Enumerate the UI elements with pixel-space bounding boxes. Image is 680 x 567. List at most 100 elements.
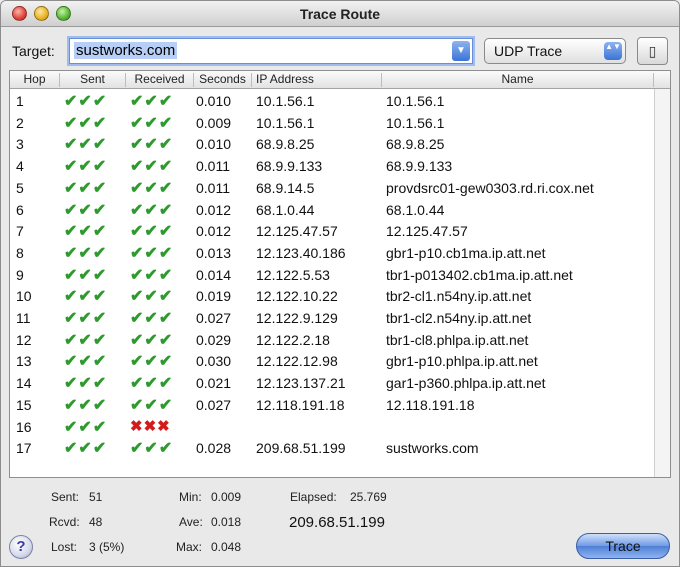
hop-cell: 9	[16, 266, 24, 283]
seconds-cell: 0.013	[196, 244, 232, 261]
sent-checks: ✔✔✔	[64, 244, 108, 262]
ip-address-cell: 209.68.51.199	[256, 440, 346, 457]
seconds-cell: 0.011	[196, 179, 230, 196]
received-checks: ✔✔✔	[130, 375, 174, 393]
received-checks: ✔✔✔	[130, 244, 174, 262]
table-row[interactable]: 11 ✔✔✔ ✔✔✔ 0.027 12.122.9.129 tbr1-cl2.n54ny.…	[10, 307, 654, 329]
sent-checks: ✔✔✔	[64, 440, 108, 458]
lost-value: 3 (5%)	[89, 540, 125, 554]
hop-cell: 11	[16, 310, 31, 326]
table-row[interactable]: 3 ✔✔✔ ✔✔✔ 0.010 68.9.8.25 68.9.8.25	[10, 133, 654, 155]
destination-ip: 209.68.51.199	[289, 514, 385, 531]
trace-route-window: Trace Route Target: sustworks.com ▼ UDP …	[0, 0, 680, 567]
sent-checks: ✔✔✔	[64, 331, 108, 349]
ip-address-cell: 12.118.191.18	[256, 396, 345, 413]
hop-cell: 10	[16, 288, 32, 305]
hop-cell: 6	[16, 201, 24, 218]
hop-cell: 4	[16, 158, 24, 175]
target-combo-box[interactable]: sustworks.com ▼	[69, 38, 473, 64]
max-label: Max:	[176, 540, 203, 554]
table-row[interactable]: 1 ✔✔✔ ✔✔✔ 0.010 10.1.56.1 10.1.56.1	[10, 90, 654, 112]
elapsed-label: Elapsed:	[290, 490, 337, 504]
received-checks: ✔✔✔	[130, 288, 174, 306]
elapsed-value: 25.769	[350, 490, 387, 504]
table-row[interactable]: 12 ✔✔✔ ✔✔✔ 0.029 12.122.2.18 tbr1-cl8.phlpa.i…	[10, 329, 654, 351]
name-cell: gbr1-p10.phlpa.ip.att.net	[386, 353, 538, 370]
column-header-name[interactable]: Name	[382, 73, 654, 87]
ip-address-cell: 12.123.137.21	[256, 375, 346, 392]
hop-cell: 17	[16, 440, 32, 457]
ip-address-cell: 68.9.8.25	[256, 136, 315, 153]
name-cell: 10.1.56.1	[386, 114, 445, 131]
table-row[interactable]: 6 ✔✔✔ ✔✔✔ 0.012 68.1.0.44 68.1.0.44	[10, 199, 654, 221]
trace-button[interactable]: Trace	[576, 533, 670, 559]
column-header-sent[interactable]: Sent	[60, 73, 126, 87]
ip-address-cell: 12.122.12.98	[256, 353, 338, 370]
sent-checks: ✔✔✔	[64, 375, 108, 393]
hop-cell: 16	[16, 418, 32, 435]
name-cell: provdsrc01-gew0303.rd.ri.cox.net	[386, 179, 594, 196]
seconds-cell: 0.014	[196, 266, 232, 283]
table-row[interactable]: 13 ✔✔✔ ✔✔✔ 0.030 12.122.12.98 gbr1-p10.phlpa.…	[10, 350, 654, 372]
name-cell: gbr1-p10.cb1ma.ip.att.net	[386, 244, 546, 261]
seconds-cell: 0.027	[196, 396, 232, 413]
table-row[interactable]: 8 ✔✔✔ ✔✔✔ 0.013 12.123.40.186 gbr1-p10.cb1ma.…	[10, 242, 654, 264]
trace-type-select[interactable]: UDP Trace ▲▼	[484, 38, 626, 64]
column-header-hop[interactable]: Hop	[10, 73, 60, 87]
seconds-cell: 0.009	[196, 114, 232, 131]
sent-checks: ✔✔✔	[64, 136, 108, 154]
column-header-seconds[interactable]: Seconds	[194, 73, 252, 87]
table-row[interactable]: 15 ✔✔✔ ✔✔✔ 0.027 12.118.191.18 12.118.191.18	[10, 394, 654, 416]
received-checks: ✔✔✔	[130, 223, 174, 241]
sent-checks: ✔✔✔	[64, 418, 108, 436]
received-checks: ✔✔✔	[130, 158, 174, 176]
vertical-scrollbar[interactable]	[654, 89, 670, 477]
name-cell: tbr2-cl1.n54ny.ip.att.net	[386, 288, 532, 305]
received-checks: ✖✖✖	[130, 417, 171, 435]
help-button[interactable]: ?	[9, 535, 33, 559]
seconds-cell: 0.011	[196, 158, 230, 175]
received-checks: ✔✔✔	[130, 331, 174, 349]
ip-address-cell: 12.123.40.186	[256, 244, 346, 261]
table-row[interactable]: 16 ✔✔✔ ✖✖✖	[10, 416, 654, 438]
ip-address-cell: 68.9.14.5	[256, 179, 315, 196]
column-header-ip-address[interactable]: IP Address	[252, 73, 382, 87]
received-checks: ✔✔✔	[130, 440, 174, 458]
table-row[interactable]: 5 ✔✔✔ ✔✔✔ 0.011 68.9.14.5 provdsrc01-gew0303.…	[10, 177, 654, 199]
column-header-spacer	[654, 73, 670, 87]
seconds-cell: 0.010	[196, 136, 232, 153]
seconds-cell: 0.012	[196, 201, 232, 218]
hop-cell: 8	[16, 244, 24, 261]
lost-label: Lost:	[51, 540, 78, 554]
target-input[interactable]: sustworks.com	[74, 42, 178, 59]
table-row[interactable]: 2 ✔✔✔ ✔✔✔ 0.009 10.1.56.1 10.1.56.1	[10, 112, 654, 134]
sent-checks: ✔✔✔	[64, 179, 108, 197]
received-checks: ✔✔✔	[130, 396, 174, 414]
received-checks: ✔✔✔	[130, 93, 174, 110]
table-row[interactable]: 7 ✔✔✔ ✔✔✔ 0.012 12.125.47.57 12.125.47.57	[10, 220, 654, 242]
ip-address-cell: 12.125.47.57	[256, 223, 338, 240]
ip-address-cell: 12.122.9.129	[256, 310, 338, 326]
ip-address-cell: 68.1.0.44	[256, 201, 315, 218]
hop-cell: 14	[16, 375, 32, 392]
table-row[interactable]: 14 ✔✔✔ ✔✔✔ 0.021 12.123.137.21 gar1-p360.phlp…	[10, 372, 654, 394]
chevron-down-icon[interactable]: ▼	[452, 41, 470, 61]
table-row[interactable]: 17 ✔✔✔ ✔✔✔ 0.028 209.68.51.199 sustworks.com	[10, 437, 654, 459]
sent-checks: ✔✔✔	[64, 288, 108, 306]
table-row[interactable]: 9 ✔✔✔ ✔✔✔ 0.014 12.122.5.53 tbr1-p013402.cb1m…	[10, 264, 654, 286]
hop-cell: 12	[16, 331, 32, 348]
seconds-cell: 0.019	[196, 288, 232, 305]
sent-value: 51	[89, 490, 103, 504]
seconds-cell: 0.010	[196, 93, 232, 109]
received-checks: ✔✔✔	[130, 114, 174, 132]
table-row[interactable]: 10 ✔✔✔ ✔✔✔ 0.019 12.122.10.22 tbr2-cl1.n54ny.…	[10, 285, 654, 307]
table-row[interactable]: 4 ✔✔✔ ✔✔✔ 0.011 68.9.9.133 68.9.9.133	[10, 155, 654, 177]
sent-checks: ✔✔✔	[64, 158, 108, 176]
options-button[interactable]: ▯	[637, 37, 668, 65]
seconds-cell: 0.027	[196, 310, 232, 326]
hop-cell: 13	[16, 353, 32, 370]
ip-address-cell: 12.122.2.18	[256, 331, 330, 348]
column-header-received[interactable]: Received	[126, 73, 194, 87]
seconds-cell: 0.028	[196, 440, 232, 457]
ip-address-cell: 10.1.56.1	[256, 93, 315, 109]
